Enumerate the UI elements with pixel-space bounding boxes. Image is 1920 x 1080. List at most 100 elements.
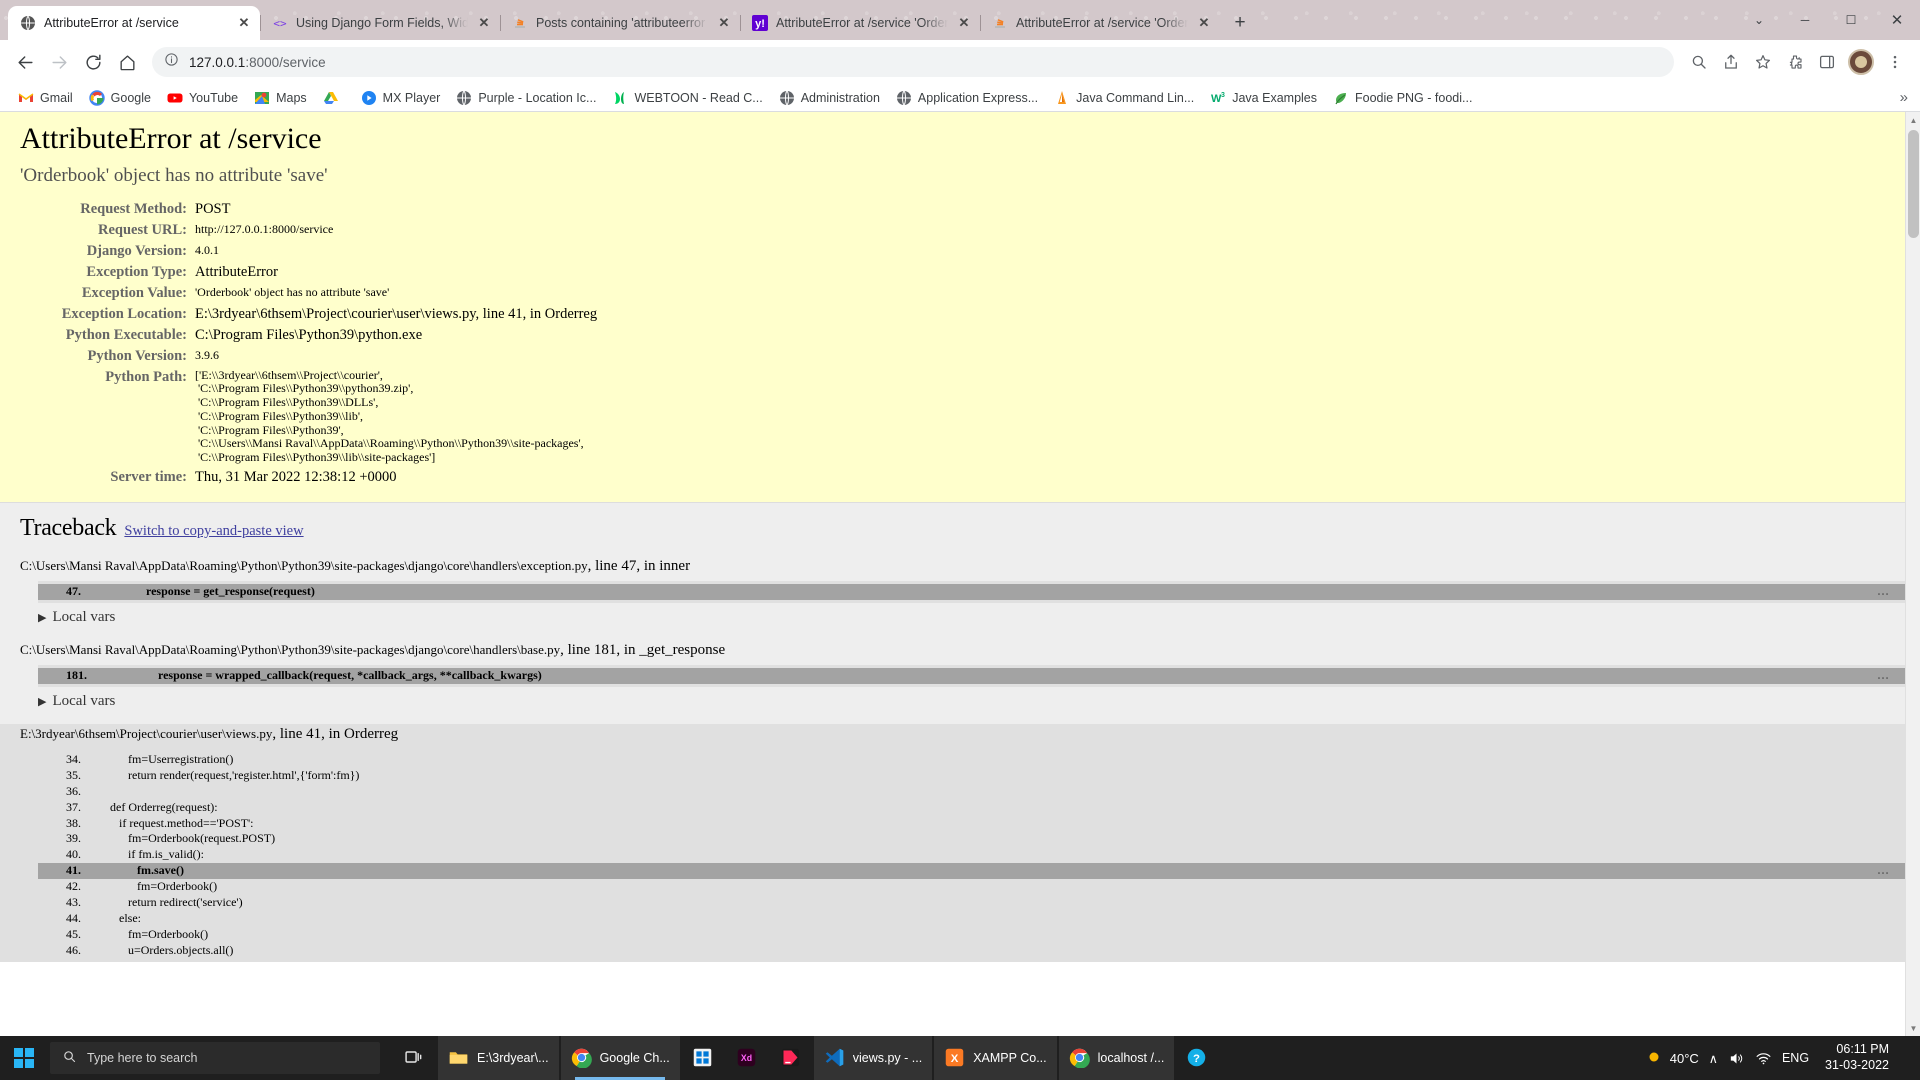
info-circle-icon[interactable] — [164, 52, 179, 72]
task-view-button[interactable] — [394, 1036, 436, 1080]
taskbar-app-help[interactable]: ? — [1176, 1036, 1218, 1080]
language-indicator[interactable]: ENG — [1782, 1051, 1809, 1065]
request-info-table: Request Method: POST Request URL: http:/… — [20, 199, 597, 489]
taskbar-clock[interactable]: 06:11 PM 31-03-2022 — [1819, 1042, 1895, 1073]
back-button[interactable] — [10, 47, 40, 77]
minimize-button[interactable]: ─ — [1782, 4, 1828, 36]
home-button[interactable] — [112, 47, 142, 77]
browser-tab-1[interactable]: <> Using Django Form Fields, Widge ✕ — [260, 6, 500, 40]
bookmarks-overflow-button[interactable]: » — [1900, 89, 1908, 106]
page-title: AttributeError at /service — [20, 122, 322, 155]
svg-text:?: ? — [1193, 1053, 1200, 1065]
bookmark-java-command-line[interactable]: Java Command Lin... — [1046, 87, 1202, 109]
meta-value: 'Orderbook' object has no attribute 'sav… — [195, 284, 390, 299]
new-tab-button[interactable]: + — [1226, 9, 1254, 37]
reload-button[interactable] — [78, 47, 108, 77]
scrollbar-thumb[interactable] — [1908, 130, 1919, 238]
avatar[interactable] — [1848, 49, 1874, 75]
sidepanel-icon[interactable] — [1812, 47, 1842, 77]
close-window-button[interactable]: ✕ — [1874, 4, 1920, 36]
three-dot-menu-icon[interactable] — [1880, 47, 1910, 77]
taskbar-app-localhost[interactable]: localhost /... — [1058, 1036, 1175, 1080]
bookmark-drive[interactable] — [315, 87, 353, 109]
bookmark-google[interactable]: Google — [81, 87, 159, 109]
scroll-down-arrow-icon[interactable]: ▼ — [1906, 1020, 1920, 1036]
system-tray: 40°C ∧ ENG 06:11 PM 31-03-2022 — [1645, 1036, 1920, 1080]
tab-title: Posts containing 'attributeerror a — [536, 16, 708, 30]
speaker-icon[interactable] — [1728, 1050, 1745, 1067]
taskbar-search-input[interactable]: Type here to search — [50, 1042, 380, 1074]
bookmark-administration[interactable]: Administration — [771, 87, 888, 109]
taskbar-app-chrome[interactable]: Google Ch... — [560, 1036, 680, 1080]
taskbar-app-explorer[interactable]: E:\3rdyear\... — [438, 1036, 559, 1080]
frame-code-block[interactable]: 34. fm=Userregistration() 35. return ren… — [38, 748, 1905, 962]
taskbar-app-vscode[interactable]: views.py - ... — [813, 1036, 933, 1080]
code-line: 38. if request.method=='POST': — [38, 815, 1905, 832]
close-icon[interactable]: ✕ — [1196, 15, 1212, 31]
puzzle-icon[interactable] — [1780, 47, 1810, 77]
line-code: response = wrapped_callback(request, *ca… — [110, 667, 542, 682]
ellipsis-toggle[interactable]: … — [1877, 584, 1889, 599]
bookmark-gmail[interactable]: Gmail — [10, 87, 81, 109]
traceback-frame-2: E:\3rdyear\6thsem\Project\courier\user\v… — [0, 723, 1905, 962]
notification-center-button[interactable] — [1905, 1036, 1912, 1080]
share-icon[interactable] — [1716, 47, 1746, 77]
magnifier-icon — [62, 1049, 77, 1067]
windows-logo-icon — [13, 1047, 35, 1069]
browser-tab-3[interactable]: y! AttributeError at /service 'Orderb ✕ — [740, 6, 980, 40]
bookmark-java-examples[interactable]: W3 Java Examples — [1202, 87, 1325, 109]
forward-button[interactable] — [44, 47, 74, 77]
browser-tab-2[interactable]: Posts containing 'attributeerror a ✕ — [500, 6, 740, 40]
tray-overflow-chevron[interactable]: ∧ — [1709, 1051, 1718, 1066]
restore-down-icon[interactable]: ⌄ — [1736, 4, 1782, 36]
line-number: 38. — [66, 815, 81, 830]
close-icon[interactable]: ✕ — [236, 15, 252, 31]
wifi-icon[interactable] — [1755, 1050, 1772, 1067]
page-scrollbar[interactable]: ▲ ▼ — [1905, 112, 1920, 1036]
bookmark-youtube[interactable]: YouTube — [159, 87, 246, 109]
line-code: return render(request,'register.html',{'… — [110, 767, 360, 782]
browser-window: AttributeError at /service ✕ <> Using Dj… — [0, 0, 1920, 1036]
address-bar[interactable]: 127.0.0.1:8000/service — [152, 47, 1674, 77]
bookmark-mx-player[interactable]: MX Player — [353, 87, 449, 109]
close-icon[interactable]: ✕ — [956, 15, 972, 31]
python-path-value: ['E:\\3rdyear\\6thsem\\Project\\courier'… — [195, 367, 584, 465]
webtoon-icon — [612, 90, 628, 106]
taskbar-app-adobe-xd[interactable]: Xd — [726, 1036, 768, 1080]
bookmark-maps[interactable]: Maps — [246, 87, 315, 109]
taskbar-app-xampp[interactable]: X XAMPP Co... — [934, 1036, 1057, 1080]
meta-label: Request Method: — [80, 200, 187, 217]
scroll-up-arrow-icon[interactable]: ▲ — [1906, 112, 1920, 128]
local-vars-toggle-1[interactable]: ▶ Local vars — [38, 693, 1905, 710]
weather-widget[interactable]: 40°C — [1645, 1048, 1699, 1069]
task-view-icon — [404, 1047, 426, 1069]
start-button[interactable] — [0, 1036, 48, 1080]
frame-code-block[interactable]: 47. response = get_response(request)… — [38, 581, 1905, 603]
browser-tab-4[interactable]: AttributeError at /service 'Orderb ✕ — [980, 6, 1220, 40]
svg-text:X: X — [951, 1053, 959, 1065]
star-icon[interactable] — [1748, 47, 1778, 77]
frame-code-block[interactable]: 181. response = wrapped_callback(request… — [38, 664, 1905, 687]
close-icon[interactable]: ✕ — [476, 15, 492, 31]
bookmark-label: Gmail — [40, 90, 73, 105]
browser-tab-0[interactable]: AttributeError at /service ✕ — [8, 6, 260, 40]
switch-to-copy-paste-view-link[interactable]: Switch to copy-and-paste view — [124, 523, 303, 539]
local-vars-toggle-0[interactable]: ▶ Local vars — [38, 609, 1905, 626]
ellipsis-toggle[interactable]: … — [1877, 863, 1889, 878]
bookmark-foodie-png[interactable]: Foodie PNG - foodi... — [1325, 87, 1480, 109]
meta-label: Exception Location: — [61, 305, 187, 322]
w3-icon: W3 — [1210, 90, 1226, 106]
maximize-button[interactable]: ☐ — [1828, 4, 1874, 36]
ellipsis-toggle[interactable]: … — [1877, 668, 1889, 683]
taskbar-app-microsoft-store[interactable] — [682, 1036, 724, 1080]
close-icon[interactable]: ✕ — [716, 15, 732, 31]
local-vars-label: Local vars — [52, 692, 116, 709]
bookmark-webtoon[interactable]: WEBTOON - Read C... — [604, 87, 770, 109]
search-icon[interactable] — [1684, 47, 1714, 77]
bookmark-purple-location[interactable]: Purple - Location Ic... — [448, 87, 604, 109]
adobe-xd-icon: Xd — [736, 1047, 758, 1069]
table-row: Request URL: http://127.0.0.1:8000/servi… — [20, 220, 597, 241]
youtube-icon — [167, 90, 183, 106]
bookmark-application-express[interactable]: Application Express... — [888, 87, 1046, 109]
taskbar-app-jetbrains[interactable] — [770, 1036, 812, 1080]
